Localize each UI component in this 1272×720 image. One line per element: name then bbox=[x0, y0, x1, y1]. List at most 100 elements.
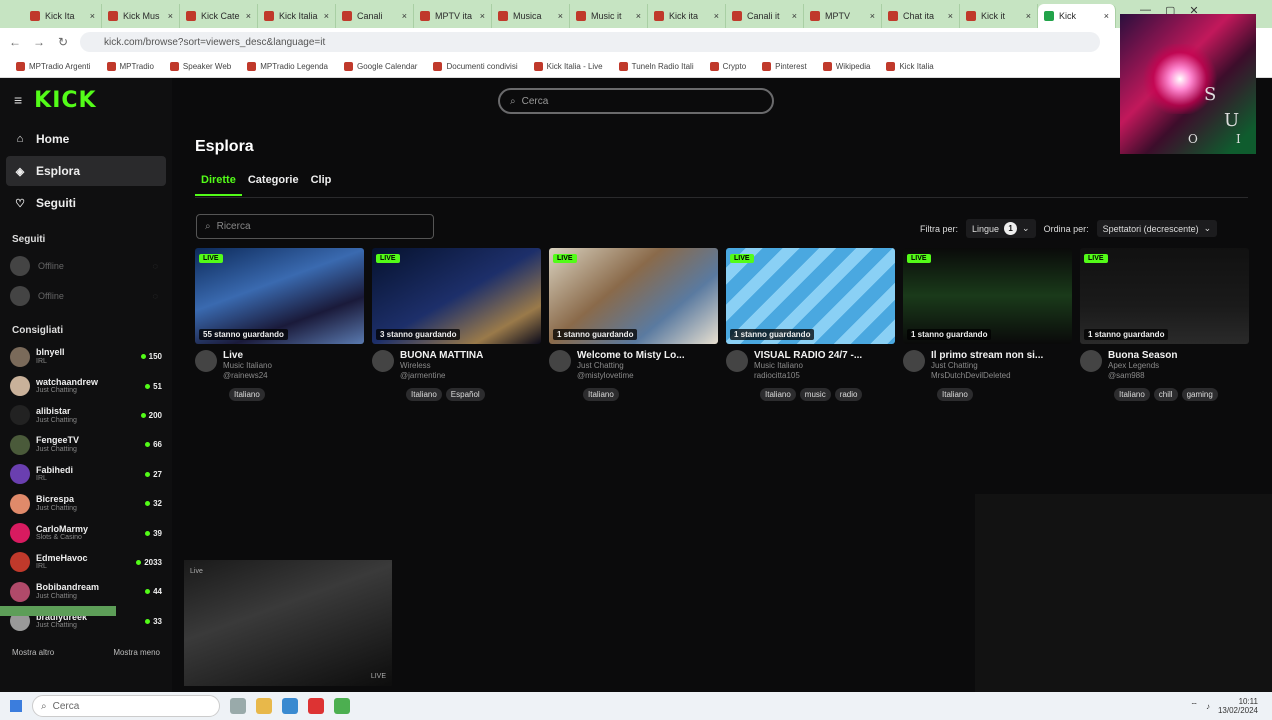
chrome-icon[interactable] bbox=[334, 698, 350, 714]
following-item[interactable]: Offline ◌ bbox=[0, 251, 172, 281]
sidebar-item-home[interactable]: ⌂ Home bbox=[6, 124, 166, 154]
recommended-channel[interactable]: FengeeTV Just Chatting 66 bbox=[0, 430, 172, 459]
browser-tab[interactable]: Kick Ita × bbox=[24, 4, 102, 28]
channel-handle[interactable]: @rainews24 bbox=[223, 371, 272, 381]
task-view-icon[interactable] bbox=[230, 698, 246, 714]
stream-title[interactable]: VISUAL RADIO 24/7 -... bbox=[754, 350, 862, 361]
channel-handle[interactable]: radiocitta105 bbox=[754, 371, 862, 381]
stream-title[interactable]: Il primo stream non si... bbox=[931, 350, 1043, 361]
tag[interactable]: Italiano bbox=[406, 387, 442, 401]
stream-card[interactable]: LIVE 1 stanno guardando Il primo stream no… bbox=[903, 248, 1072, 401]
tab-categories[interactable]: Categorie bbox=[242, 174, 305, 196]
close-tab-icon[interactable]: × bbox=[246, 11, 251, 21]
channel-avatar[interactable] bbox=[195, 350, 217, 372]
bookmark[interactable]: Pinterest bbox=[756, 62, 813, 71]
following-item[interactable]: Offline ◌ bbox=[0, 281, 172, 311]
browser-tab[interactable]: MPTV ita × bbox=[414, 4, 492, 28]
clock-time[interactable]: 10:11 bbox=[1239, 697, 1258, 706]
stream-card[interactable]: LIVE 1 stanno guardando Welcome to Misty L… bbox=[549, 248, 718, 401]
windows-start-icon[interactable] bbox=[10, 700, 22, 712]
browser-tab[interactable]: Kick × bbox=[1038, 4, 1116, 28]
bookmark[interactable]: Tuneln Radio Itali bbox=[613, 62, 700, 71]
language-dropdown[interactable]: Lingue 1 ⌄ bbox=[966, 219, 1036, 238]
browser-tab[interactable]: Canali it × bbox=[726, 4, 804, 28]
stream-title[interactable]: Welcome to Misty Lo... bbox=[577, 350, 685, 361]
browser-tab[interactable]: Music it × bbox=[570, 4, 648, 28]
bookmark[interactable]: MPTradio Argenti bbox=[10, 62, 97, 71]
browser-tab[interactable]: Kick ita × bbox=[648, 4, 726, 28]
bookmark[interactable]: Wikipedia bbox=[817, 62, 877, 71]
bookmark[interactable]: Speaker Web bbox=[164, 62, 237, 71]
channel-handle[interactable]: @jarmentine bbox=[400, 371, 483, 381]
global-search-input[interactable]: ⌕ Cerca bbox=[498, 88, 774, 114]
stream-category[interactable]: Apex Legends bbox=[1108, 361, 1177, 371]
browser-tab[interactable]: MPTV × bbox=[804, 4, 882, 28]
tab-live[interactable]: Dirette bbox=[195, 174, 242, 196]
channel-avatar[interactable] bbox=[903, 350, 925, 372]
channel-handle[interactable]: @sam988 bbox=[1108, 371, 1177, 381]
close-tab-icon[interactable]: × bbox=[168, 11, 173, 21]
forward-icon[interactable]: → bbox=[32, 35, 46, 49]
taskbar-search[interactable]: ⌕ Cerca bbox=[32, 695, 220, 717]
bookmark[interactable]: Kick Italia - Live bbox=[528, 62, 609, 71]
close-tab-icon[interactable]: × bbox=[558, 11, 563, 21]
sidebar-item-explore[interactable]: ◈ Esplora bbox=[6, 156, 166, 186]
stream-category[interactable]: Wireless bbox=[400, 361, 483, 371]
stream-search-input[interactable]: ⌕ Ricerca bbox=[196, 214, 434, 239]
sidebar-item-following[interactable]: ♡ Seguiti bbox=[6, 188, 166, 218]
tag[interactable]: gaming bbox=[1181, 387, 1218, 401]
stream-category[interactable]: Music Italiano bbox=[223, 361, 272, 371]
browser-tab[interactable]: Kick Italia × bbox=[258, 4, 336, 28]
close-tab-icon[interactable]: × bbox=[480, 11, 485, 21]
back-icon[interactable]: ← bbox=[8, 35, 22, 49]
close-tab-icon[interactable]: × bbox=[402, 11, 407, 21]
stream-card[interactable]: LIVE 55 stanno guardando Live Music Italian… bbox=[195, 248, 364, 401]
browser-tab[interactable]: Kick Cate × bbox=[180, 4, 258, 28]
recommended-channel[interactable]: Bobibandream Just Chatting 44 bbox=[0, 577, 172, 606]
recommended-channel[interactable]: alibistar Just Chatting 200 bbox=[0, 401, 172, 430]
tag[interactable]: chill bbox=[1153, 387, 1178, 401]
show-more-link[interactable]: Mostra altro bbox=[12, 648, 54, 657]
tag[interactable]: Español bbox=[445, 387, 485, 401]
recommended-channel[interactable]: EdmeHavoc IRL 2033 bbox=[0, 548, 172, 577]
tag[interactable]: Italiano bbox=[937, 387, 973, 401]
stream-thumbnail[interactable]: LIVE 1 stanno guardando bbox=[549, 248, 718, 344]
close-tab-icon[interactable]: × bbox=[948, 11, 953, 21]
channel-handle[interactable]: MrsDutchDevilDeleted bbox=[931, 371, 1043, 381]
channel-avatar[interactable] bbox=[372, 350, 394, 372]
stream-title[interactable]: Live bbox=[223, 350, 272, 361]
browser-tab[interactable]: Canali × bbox=[336, 4, 414, 28]
stream-title[interactable]: BUONA MATTINA bbox=[400, 350, 483, 361]
file-explorer-icon[interactable] bbox=[256, 698, 272, 714]
recommended-channel[interactable]: watchaandrew Just Chatting 51 bbox=[0, 371, 172, 400]
stream-card[interactable]: LIVE 1 stanno guardando VISUAL RADIO 24/7 … bbox=[726, 248, 895, 401]
bookmark[interactable]: Kick Italia bbox=[880, 62, 939, 71]
bookmark[interactable]: Crypto bbox=[704, 62, 753, 71]
kick-logo[interactable]: KICK bbox=[34, 88, 96, 113]
tab-clips[interactable]: Clip bbox=[305, 174, 338, 196]
bookmark[interactable]: MPTradio Legenda bbox=[241, 62, 334, 71]
browser-tab[interactable]: Chat ita × bbox=[882, 4, 960, 28]
recommended-channel[interactable]: blnyell IRL 150 bbox=[0, 342, 172, 371]
channel-avatar[interactable] bbox=[549, 350, 571, 372]
tag[interactable]: Italiano bbox=[760, 387, 796, 401]
stream-category[interactable]: Just Chatting bbox=[931, 361, 1043, 371]
channel-avatar[interactable] bbox=[726, 350, 748, 372]
close-tab-icon[interactable]: × bbox=[1026, 11, 1031, 21]
close-tab-icon[interactable]: × bbox=[636, 11, 641, 21]
browser-tab[interactable]: Kick Mus × bbox=[102, 4, 180, 28]
tag[interactable]: Italiano bbox=[583, 387, 619, 401]
stream-thumbnail[interactable]: LIVE 3 stanno guardando bbox=[372, 248, 541, 344]
stream-card[interactable]: LIVE 3 stanno guardando BUONA MATTINA Wirel… bbox=[372, 248, 541, 401]
stream-card[interactable]: LIVE 1 stanno guardando Buona Season Apex L… bbox=[1080, 248, 1249, 401]
mini-player[interactable]: Live LIVE bbox=[184, 560, 392, 686]
close-tab-icon[interactable]: × bbox=[324, 11, 329, 21]
url-field[interactable]: kick.com/browse?sort=viewers_desc&langua… bbox=[80, 32, 1100, 52]
stream-thumbnail[interactable]: LIVE 1 stanno guardando bbox=[726, 248, 895, 344]
browser-tab[interactable]: Musica × bbox=[492, 4, 570, 28]
stream-category[interactable]: Music Italiano bbox=[754, 361, 862, 371]
recommended-channel[interactable]: Fabihedi IRL 27 bbox=[0, 460, 172, 489]
close-tab-icon[interactable]: × bbox=[1104, 11, 1109, 21]
recommended-channel[interactable]: CarloMarmy Slots & Casino 39 bbox=[0, 518, 172, 547]
tag[interactable]: Italiano bbox=[1114, 387, 1150, 401]
